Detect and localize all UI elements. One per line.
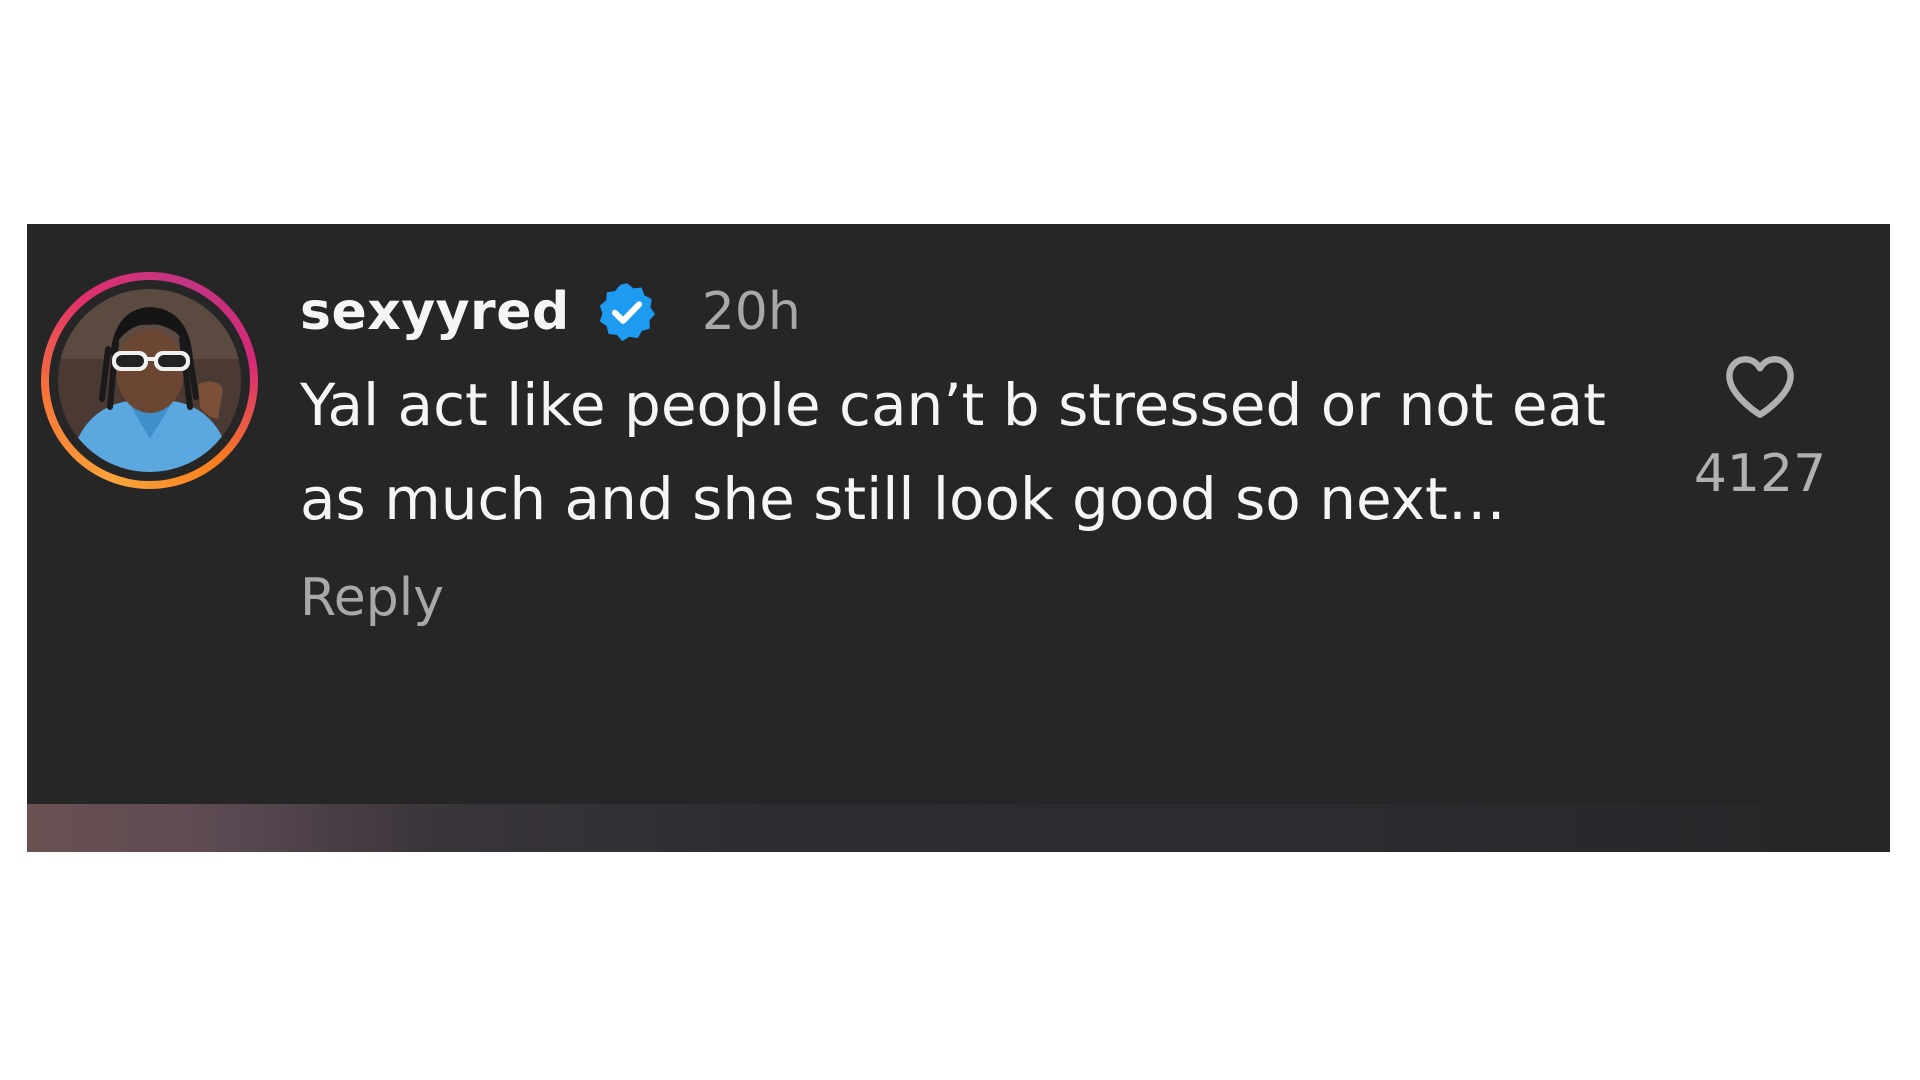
- comment-text: Yal act like people can’t b stressed or …: [300, 371, 1606, 533]
- comment-body: sexyyred 20h Yal act like people can’t b…: [300, 276, 1640, 628]
- page: sexyyred 20h Yal act like people can’t b…: [0, 0, 1920, 1080]
- comment-card: sexyyred 20h Yal act like people can’t b…: [27, 224, 1890, 852]
- reply-button[interactable]: Reply: [300, 568, 444, 628]
- username-link[interactable]: sexyyred: [300, 282, 570, 342]
- comment-timestamp: 20h: [701, 282, 801, 342]
- heart-outline-icon[interactable]: [1690, 352, 1830, 422]
- avatar[interactable]: [58, 289, 241, 472]
- bottom-gradient-strip: [27, 804, 1890, 852]
- verified-badge-icon: [594, 279, 660, 345]
- avatar-image: [58, 289, 241, 472]
- like-count: 4127: [1693, 444, 1827, 504]
- like-section: 4127: [1690, 352, 1830, 504]
- comment-header: sexyyred 20h: [300, 276, 1640, 348]
- story-ring[interactable]: [41, 272, 258, 489]
